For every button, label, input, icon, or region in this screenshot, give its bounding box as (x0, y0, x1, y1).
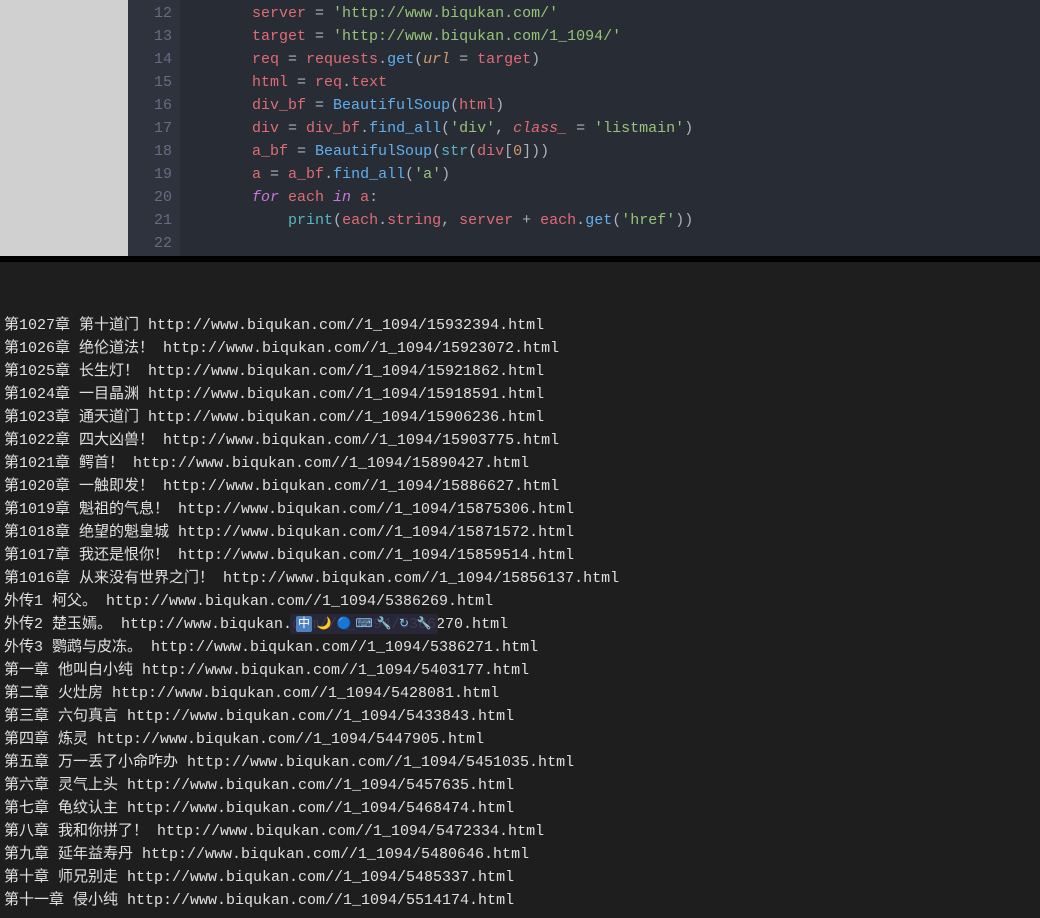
console-line: 第三章 六句真言 http://www.biqukan.com//1_1094/… (4, 705, 1036, 728)
console-line: 外传2 楚玉嫣。 http://www.biqukan.com//1_1094/… (4, 613, 1036, 636)
console-line: 第1022章 四大凶兽！ http://www.biqukan.com//1_1… (4, 429, 1036, 452)
ime-button[interactable]: 🌙 (316, 616, 332, 632)
code-line[interactable]: for each in a: (180, 186, 1040, 209)
console-line: 第八章 我和你拼了！ http://www.biqukan.com//1_109… (4, 820, 1036, 843)
console-line: 第十一章 侵小纯 http://www.biqukan.com//1_1094/… (4, 889, 1036, 912)
code-line[interactable]: html = req.text (180, 71, 1040, 94)
ime-button[interactable]: 中 (296, 616, 312, 632)
ime-button[interactable]: 🔧 (416, 616, 432, 632)
console-line: 第1016章 从来没有世界之门！ http://www.biqukan.com/… (4, 567, 1036, 590)
code-line[interactable]: server = 'http://www.biqukan.com/' (180, 2, 1040, 25)
console-line: 外传1 柯父。 http://www.biqukan.com//1_1094/5… (4, 590, 1036, 613)
console-line: 第一章 他叫白小纯 http://www.biqukan.com//1_1094… (4, 659, 1036, 682)
ime-toolbar[interactable]: 中🌙🔵⌨🔧↻🔧 (290, 614, 438, 634)
console-line: 第1024章 一目晶渊 http://www.biqukan.com//1_10… (4, 383, 1036, 406)
code-line[interactable]: div_bf = BeautifulSoup(html) (180, 94, 1040, 117)
console-line: 第1027章 第十道门 http://www.biqukan.com//1_10… (4, 314, 1036, 337)
code-area[interactable]: server = 'http://www.biqukan.com/' targe… (180, 0, 1040, 256)
line-number: 14 (130, 48, 172, 71)
line-number: 22 (130, 232, 172, 255)
editor-margin (0, 0, 128, 256)
console-line: 第七章 龟纹认主 http://www.biqukan.com//1_1094/… (4, 797, 1036, 820)
console-output[interactable]: 中🌙🔵⌨🔧↻🔧 第1027章 第十道门 http://www.biqukan.c… (0, 262, 1040, 918)
line-number-gutter: 1213141516171819202122 (128, 0, 180, 256)
line-number: 21 (130, 209, 172, 232)
line-number: 13 (130, 25, 172, 48)
code-line[interactable]: a = a_bf.find_all('a') (180, 163, 1040, 186)
line-number: 19 (130, 163, 172, 186)
ime-button[interactable]: 🔵 (336, 616, 352, 632)
console-line: 第1018章 绝望的魁皇城 http://www.biqukan.com//1_… (4, 521, 1036, 544)
console-line: 第六章 灵气上头 http://www.biqukan.com//1_1094/… (4, 774, 1036, 797)
console-line: 第1019章 魁祖的气息！ http://www.biqukan.com//1_… (4, 498, 1036, 521)
console-line: 第十章 师兄别走 http://www.biqukan.com//1_1094/… (4, 866, 1036, 889)
code-line[interactable]: req = requests.get(url = target) (180, 48, 1040, 71)
console-line: 外传3 鹦鹉与皮冻。 http://www.biqukan.com//1_109… (4, 636, 1036, 659)
console-line: 第二章 火灶房 http://www.biqukan.com//1_1094/5… (4, 682, 1036, 705)
line-number: 18 (130, 140, 172, 163)
line-number: 20 (130, 186, 172, 209)
console-line: 第四章 炼灵 http://www.biqukan.com//1_1094/54… (4, 728, 1036, 751)
editor-pane: 1213141516171819202122 server = 'http://… (0, 0, 1040, 262)
line-number: 12 (130, 2, 172, 25)
line-number: 15 (130, 71, 172, 94)
code-line[interactable]: a_bf = BeautifulSoup(str(div[0])) (180, 140, 1040, 163)
ime-button[interactable]: 🔧 (376, 616, 392, 632)
line-number: 16 (130, 94, 172, 117)
console-line: 第五章 万一丢了小命咋办 http://www.biqukan.com//1_1… (4, 751, 1036, 774)
console-line: 第1025章 长生灯！ http://www.biqukan.com//1_10… (4, 360, 1036, 383)
console-line: 第1021章 鳄首！ http://www.biqukan.com//1_109… (4, 452, 1036, 475)
line-number: 17 (130, 117, 172, 140)
ime-button[interactable]: ↻ (396, 616, 412, 632)
code-line[interactable]: target = 'http://www.biqukan.com/1_1094/… (180, 25, 1040, 48)
console-line: 第1023章 通天道门 http://www.biqukan.com//1_10… (4, 406, 1036, 429)
code-line[interactable]: div = div_bf.find_all('div', class_ = 'l… (180, 117, 1040, 140)
code-line[interactable]: print(each.string, server + each.get('hr… (180, 209, 1040, 232)
console-line: 第1017章 我还是恨你！ http://www.biqukan.com//1_… (4, 544, 1036, 567)
code-line[interactable] (180, 232, 1040, 255)
console-line: 第1020章 一触即发！ http://www.biqukan.com//1_1… (4, 475, 1036, 498)
ime-button[interactable]: ⌨ (356, 616, 372, 632)
console-line: 第九章 延年益寿丹 http://www.biqukan.com//1_1094… (4, 843, 1036, 866)
console-line: 第1026章 绝伦道法！ http://www.biqukan.com//1_1… (4, 337, 1036, 360)
